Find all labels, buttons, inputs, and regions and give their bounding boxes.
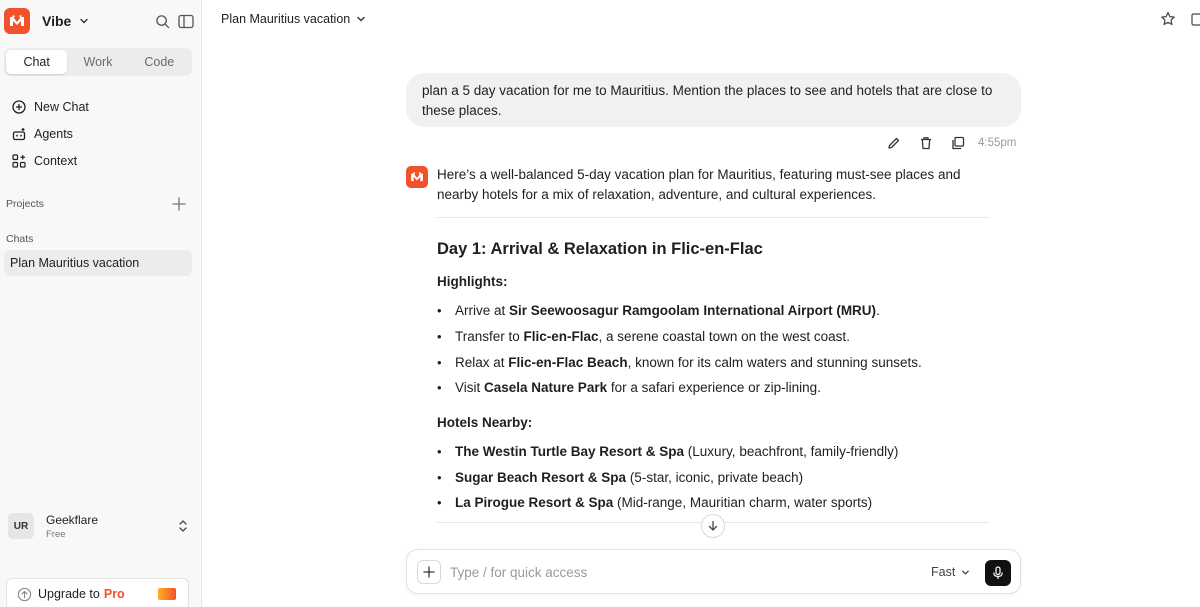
sidebar-nav: New Chat Agents Context [11,93,89,174]
sidebar: Vibe Chat Work Code New Chat Agents Cont… [0,0,202,607]
highlights-list: • Arrive at Sir Seewoosagur Ramgoolam Int… [437,298,989,401]
list-item: • Visit Casela Nature Park for a safari e… [437,380,821,396]
chevron-up-down-icon [178,518,188,539]
app-name: Vibe [42,13,72,29]
plus-circle-icon [11,99,27,115]
copy-icon[interactable] [950,135,966,151]
sidebar-item-label: New Chat [34,99,89,114]
tab-chat[interactable]: Chat [6,50,68,74]
voice-button[interactable] [985,560,1011,586]
list-item: • Relax at Flic-en-Flac Beach, known for … [437,354,922,370]
hotels-heading: Hotels Nearby: [437,414,533,430]
mode-tabs: Chat Work Code [4,48,192,76]
message-time: 4:55pm [978,137,1017,149]
mode-select[interactable]: Fast [931,565,970,579]
divider [437,217,989,218]
vibe-logo-icon [4,8,30,34]
composer: Fast [406,549,1021,594]
brand[interactable]: Vibe [4,8,89,34]
highlights-heading: Highlights: [437,274,508,289]
sidebar-item-label: Agents [34,126,73,141]
upgrade-button[interactable]: Upgrade to Pro [6,578,189,607]
hotels-list: • The Westin Turtle Bay Resort & Spa (Lux… [437,439,989,516]
robot-icon [11,126,27,142]
answer-intro: Here’s a well-balanced 5-day vacation pl… [437,167,961,202]
day-heading: Day 1: Arrival & Relaxation in Flic-en-F… [437,240,763,258]
assistant-logo-icon [406,166,428,188]
chevron-down-icon [356,14,366,24]
grid-plus-icon [11,153,27,169]
sidebar-toggle-icon[interactable] [178,14,194,34]
arrow-down-icon [708,520,718,531]
attach-button[interactable] [417,560,441,584]
list-item: • Arrive at Sir Seewoosagur Ramgoolam Int… [437,303,880,319]
message-input[interactable] [450,562,870,582]
list-item: • La Pirogue Resort & Spa (Mid-range, Mau… [437,495,873,511]
upgrade-arrow-icon [17,587,32,602]
microphone-icon [993,566,1003,579]
sidebar-item-new-chat[interactable]: New Chat [11,93,89,120]
assistant-answer: Here’s a well-balanced 5-day vacation pl… [437,165,989,516]
upgrade-pro-label: Pro [103,587,125,601]
message-actions: 4:55pm [886,135,1016,151]
mode-label: Fast [931,565,956,579]
tab-code[interactable]: Code [129,50,190,74]
chat-title: Plan Mauritius vacation [221,12,351,26]
user-message: plan a 5 day vacation for me to Mauritiu… [406,73,1021,127]
list-item: • The Westin Turtle Bay Resort & Spa (Lux… [437,444,899,460]
chevron-down-icon [961,568,970,577]
scroll-down-button[interactable] [701,514,725,538]
user-plan: Free [46,528,66,540]
trash-icon[interactable] [918,135,934,151]
upgrade-label: Upgrade to [38,587,100,601]
chat-title-dropdown[interactable]: Plan Mauritius vacation [221,12,366,26]
top-bar: Plan Mauritius vacation [202,0,1200,38]
list-item: • Transfer to Flic-en-Flac, a serene coas… [437,329,850,345]
sidebar-item-label: Context [34,153,78,168]
plus-icon [423,566,435,578]
projects-label: Projects [6,198,44,210]
edit-icon[interactable] [886,135,902,151]
user-menu[interactable]: UR Geekflare Free [8,512,192,540]
sidebar-item-context[interactable]: Context [11,147,89,174]
chat-list-item[interactable]: Plan Mauritius vacation [4,250,192,276]
user-name: Geekflare [46,512,99,527]
tab-work[interactable]: Work [67,50,128,74]
star-icon[interactable] [1160,11,1176,32]
pro-badge-icon [158,588,176,600]
avatar: UR [8,513,34,539]
sidebar-item-agents[interactable]: Agents [11,120,89,147]
share-icon[interactable] [1191,11,1200,32]
chats-label: Chats [6,233,34,245]
list-item: • Sugar Beach Resort & Spa (5-star, iconi… [437,469,804,485]
search-icon[interactable] [155,14,170,34]
chevron-down-icon [79,16,89,26]
add-project-icon[interactable] [171,196,187,217]
